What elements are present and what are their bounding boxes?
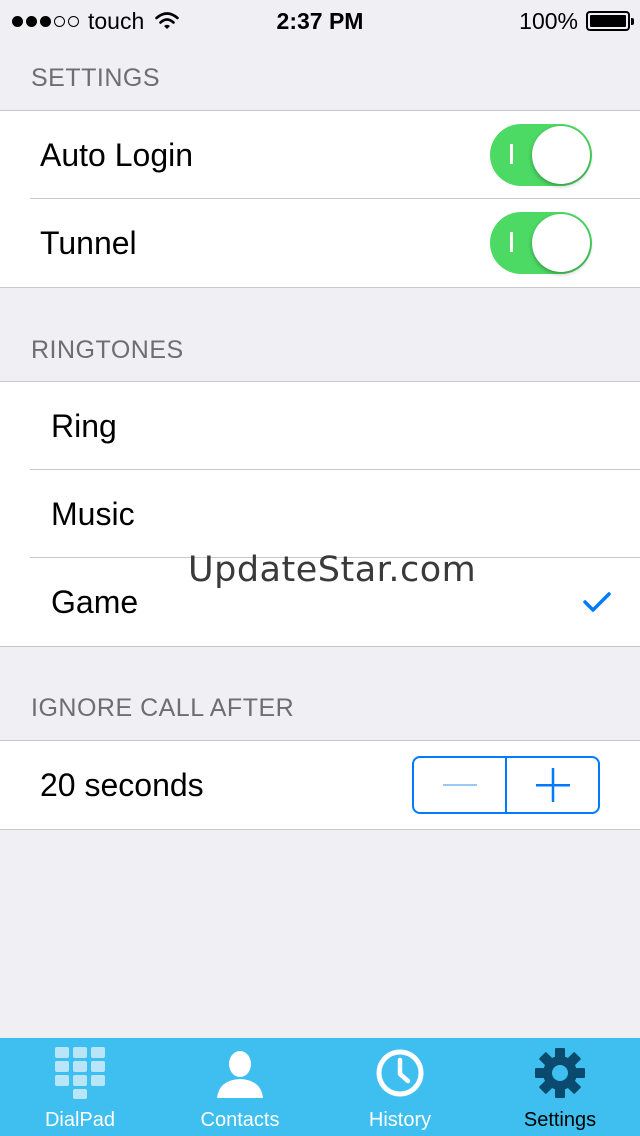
ringtone-ring-label: Ring: [51, 407, 117, 444]
ignore-call-value: 20 seconds: [40, 766, 204, 803]
toggle-knob: [532, 214, 590, 272]
auto-login-label: Auto Login: [40, 136, 194, 173]
seconds-stepper[interactable]: [412, 756, 600, 814]
ringtone-music-row[interactable]: Music: [0, 470, 640, 558]
tab-contacts-label: Contacts: [200, 1109, 280, 1131]
tab-bar: DialPad Contacts History Settings: [0, 1038, 640, 1136]
tab-history-label: History: [368, 1109, 432, 1131]
increment-button[interactable]: [507, 758, 598, 812]
ringtones-group: Ring Music Game: [0, 381, 640, 647]
ignore-call-row: 20 seconds: [0, 741, 640, 829]
tab-dialpad[interactable]: DialPad: [0, 1038, 160, 1136]
tab-settings[interactable]: Settings: [480, 1038, 640, 1136]
battery-icon: [586, 11, 634, 31]
status-right: 100%: [519, 6, 634, 36]
section-header-ignore-call: IGNORE CALL AFTER: [31, 694, 295, 722]
settings-group: Auto Login Tunnel: [0, 110, 640, 288]
decrement-button[interactable]: [414, 758, 505, 812]
contacts-icon: [213, 1046, 267, 1100]
tab-contacts[interactable]: Contacts: [160, 1038, 320, 1136]
tab-history[interactable]: History: [320, 1038, 480, 1136]
auto-login-toggle[interactable]: [490, 124, 592, 186]
plus-icon: [535, 768, 570, 802]
tunnel-label: Tunnel: [40, 224, 137, 261]
ringtone-music-label: Music: [51, 495, 135, 532]
section-header-settings: SETTINGS: [31, 64, 161, 92]
tunnel-row: Tunnel: [0, 199, 640, 287]
tab-dialpad-label: DialPad: [44, 1109, 116, 1131]
toggle-on-mark: [510, 232, 513, 252]
dialpad-icon: [53, 1046, 107, 1100]
clock-icon: [373, 1046, 427, 1100]
ringtone-game-label: Game: [51, 583, 139, 620]
auto-login-row: Auto Login: [0, 111, 640, 199]
tab-settings-label: Settings: [523, 1109, 597, 1131]
toggle-on-mark: [510, 144, 513, 164]
toggle-knob: [532, 126, 590, 184]
ignore-call-group: 20 seconds: [0, 740, 640, 830]
watermark-text: UpdateStar.com: [188, 550, 477, 590]
status-bar: touch 2:37 PM 100%: [0, 0, 640, 40]
ringtone-ring-row[interactable]: Ring: [0, 382, 640, 470]
tunnel-toggle[interactable]: [490, 212, 592, 274]
checkmark-icon: [583, 592, 611, 612]
gear-icon: [533, 1046, 587, 1100]
section-header-ringtones: RINGTONES: [31, 336, 184, 364]
battery-percent: 100%: [519, 7, 578, 34]
minus-icon: [442, 784, 477, 786]
